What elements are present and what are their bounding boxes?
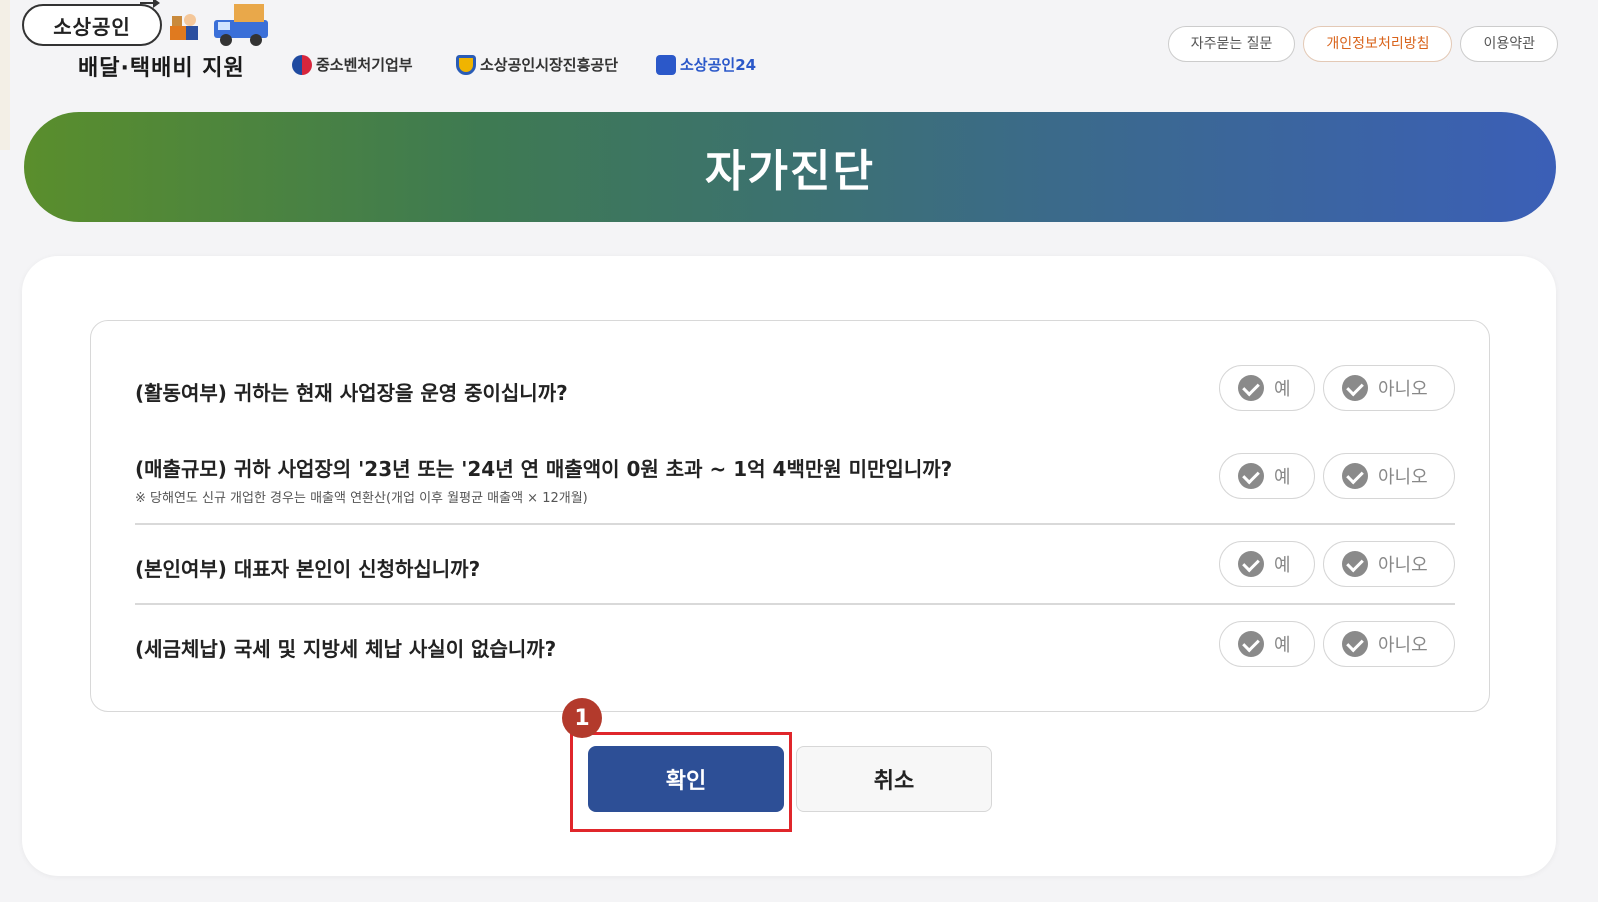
answer-yes-button[interactable]: 예 <box>1219 541 1315 587</box>
answer-choices: 예 아니오 <box>1219 453 1455 499</box>
question-text: (세금체납) 국세 및 지방세 체납 사실이 없습니까? <box>135 637 557 661</box>
agency-mss[interactable]: 중소벤처기업부 <box>292 54 413 75</box>
page-banner: 자가진단 <box>24 112 1556 222</box>
truck-icon <box>214 4 268 46</box>
check-circle-icon <box>1342 463 1368 489</box>
answer-no-button[interactable]: 아니오 <box>1323 541 1455 587</box>
answer-no-label: 아니오 <box>1378 635 1428 656</box>
logo-main-text: 소상공인 <box>53 14 131 39</box>
answer-no-button[interactable]: 아니오 <box>1323 621 1455 667</box>
answer-yes-button[interactable]: 예 <box>1219 621 1315 667</box>
answer-choices: 예 아니오 <box>1219 621 1455 667</box>
answer-yes-button[interactable]: 예 <box>1219 365 1315 411</box>
question-note: ※ 당해연도 신규 개업한 경우는 매출액 연환산(개업 이후 월평균 매출액 … <box>135 491 588 506</box>
question-list: (활동여부) 귀하는 현재 사업장을 운영 중이십니까? 예 아니오 (매출규모… <box>90 320 1490 712</box>
page-title: 자가진단 <box>705 146 875 197</box>
shield-icon <box>456 54 476 75</box>
step-badge: 1 <box>562 698 602 738</box>
logo-subtitle: 배달·택배비 지원 <box>78 56 245 81</box>
answer-yes-label: 예 <box>1274 379 1291 400</box>
answer-yes-label: 예 <box>1274 555 1291 576</box>
agency-semas[interactable]: 소상공인시장진흥공단 <box>456 54 618 75</box>
delivery-person-icon <box>170 14 198 40</box>
question-text: (본인여부) 대표자 본인이 신청하십니까? <box>135 557 481 581</box>
agency-semas-label: 소상공인시장진흥공단 <box>480 56 619 74</box>
answer-yes-label: 예 <box>1274 635 1291 656</box>
row-divider <box>135 523 1455 525</box>
logo-arrow-icon <box>140 0 160 12</box>
agency-mss-label: 중소벤처기업부 <box>316 56 413 74</box>
agency-sbiz24-label: 소상공인24 <box>680 56 757 74</box>
check-circle-icon <box>1342 551 1368 577</box>
privacy-policy-link[interactable]: 개인정보처리방침 <box>1303 26 1453 62</box>
answer-yes-button[interactable]: 예 <box>1219 453 1315 499</box>
row-divider <box>135 603 1455 605</box>
check-circle-icon <box>1342 631 1368 657</box>
top-links: 자주묻는 질문 개인정보처리방침 이용약관 <box>1167 26 1558 62</box>
answer-no-label: 아니오 <box>1378 379 1428 400</box>
question-text: (매출규모) 귀하 사업장의 '23년 또는 '24년 연 매출액이 0원 초과… <box>135 457 953 481</box>
korea-emblem-icon <box>292 54 312 75</box>
check-circle-icon <box>1342 375 1368 401</box>
answer-no-label: 아니오 <box>1378 467 1428 488</box>
check-circle-icon <box>1238 375 1264 401</box>
question-item: (세금체납) 국세 및 지방세 체납 사실이 없습니까? 예 아니오 <box>135 621 1455 677</box>
answer-no-label: 아니오 <box>1378 555 1428 576</box>
agency-sbiz24[interactable]: 소상공인24 <box>656 54 756 75</box>
cancel-button[interactable]: 취소 <box>796 746 992 812</box>
check-circle-icon <box>1238 551 1264 577</box>
answer-choices: 예 아니오 <box>1219 541 1455 587</box>
question-text: (활동여부) 귀하는 현재 사업장을 운영 중이십니까? <box>135 381 568 405</box>
site-header: 소상공인 배달·택배비 지원 중소벤처기업부 소상공인시장진흥공단 소상공인24… <box>0 0 1598 100</box>
faq-link[interactable]: 자주묻는 질문 <box>1167 26 1296 62</box>
sbiz24-logo-icon <box>656 54 676 75</box>
answer-no-button[interactable]: 아니오 <box>1323 453 1455 499</box>
self-diagnosis-card: (활동여부) 귀하는 현재 사업장을 운영 중이십니까? 예 아니오 (매출규모… <box>22 256 1556 876</box>
answer-choices: 예 아니오 <box>1219 365 1455 411</box>
question-item: (매출규모) 귀하 사업장의 '23년 또는 '24년 연 매출액이 0원 초과… <box>135 453 1455 525</box>
question-item: (활동여부) 귀하는 현재 사업장을 운영 중이십니까? 예 아니오 <box>135 365 1455 421</box>
terms-link[interactable]: 이용약관 <box>1460 26 1558 62</box>
answer-yes-label: 예 <box>1274 467 1291 488</box>
confirm-button[interactable]: 확인 <box>588 746 784 812</box>
answer-no-button[interactable]: 아니오 <box>1323 365 1455 411</box>
check-circle-icon <box>1238 631 1264 657</box>
check-circle-icon <box>1238 463 1264 489</box>
question-item: (본인여부) 대표자 본인이 신청하십니까? 예 아니오 <box>135 541 1455 605</box>
